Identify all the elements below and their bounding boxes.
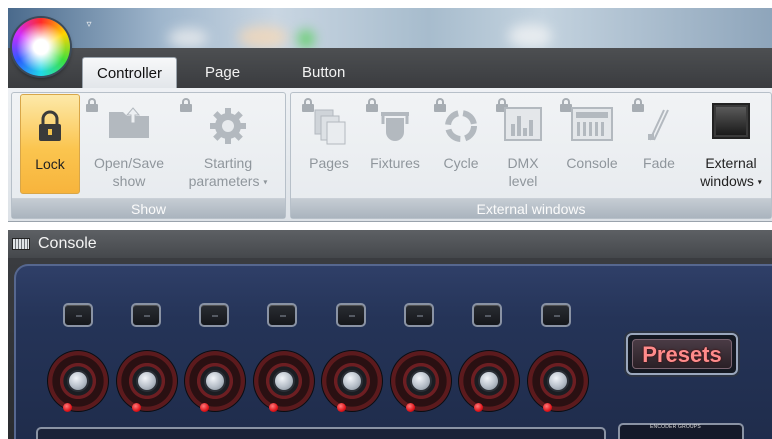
application-menu-orb[interactable]	[12, 18, 70, 76]
encoder-knob[interactable]	[185, 351, 245, 412]
cycle-icon	[441, 106, 481, 150]
quick-access-dropdown-icon[interactable]: ▿	[83, 19, 95, 31]
encoder-knob[interactable]	[322, 351, 382, 412]
tab-controller[interactable]: Controller	[82, 57, 178, 88]
encoder-led	[474, 403, 483, 412]
fixtures-label: Fixtures	[370, 155, 420, 171]
cycle-button[interactable]: Cycle	[432, 94, 490, 194]
lock-button[interactable]: Lock	[20, 94, 80, 194]
dmx-level-button[interactable]: DMX level	[494, 94, 552, 194]
pages-button[interactable]: Pages	[298, 94, 360, 194]
function-button[interactable]	[541, 303, 571, 327]
encoder-led	[543, 403, 552, 412]
fade-label: Fade	[643, 155, 675, 171]
encoder-knob[interactable]	[254, 351, 314, 412]
open-save-label-line2: show	[112, 173, 146, 189]
folder-icon	[107, 106, 151, 144]
pages-icon	[311, 106, 347, 150]
pages-label: Pages	[309, 155, 349, 171]
external-windows-label-line1: External	[705, 155, 757, 171]
console-panel-icon	[12, 238, 30, 250]
open-save-show-button[interactable]: Open/Save show	[86, 94, 172, 194]
dropdown-arrow-icon: ▾	[757, 177, 762, 187]
console-icon	[570, 106, 614, 146]
fade-icon	[644, 106, 674, 150]
padlock-icon	[37, 109, 63, 147]
monitor-icon	[711, 102, 751, 146]
dropdown-arrow-icon: ▾	[263, 177, 268, 187]
bottom-button-row	[36, 427, 606, 439]
window-title-bar	[8, 8, 772, 48]
tab-page[interactable]: Page	[191, 57, 254, 88]
locked-indicator-icon	[86, 98, 98, 112]
external-windows-button[interactable]: External windows ▾	[690, 94, 772, 194]
starting-parameters-label-line1: Starting	[203, 155, 253, 171]
group-label-external-windows: External windows	[291, 198, 771, 218]
dmx-label-line2: level	[508, 173, 538, 189]
fixtures-button[interactable]: Fixtures	[362, 94, 428, 194]
cycle-label: Cycle	[443, 155, 479, 171]
function-button[interactable]	[336, 303, 366, 327]
encoder-led	[337, 403, 346, 412]
encoder-knob[interactable]	[391, 351, 451, 412]
dmx-label-line1: DMX	[507, 155, 539, 171]
function-button[interactable]	[472, 303, 502, 327]
presets-label: Presets	[632, 339, 732, 369]
encoder-knob[interactable]	[528, 351, 588, 412]
function-button[interactable]	[267, 303, 297, 327]
function-button[interactable]	[404, 303, 434, 327]
gear-icon	[208, 106, 248, 150]
encoder-led	[132, 403, 141, 412]
locked-indicator-icon	[632, 98, 644, 112]
fade-button[interactable]: Fade	[632, 94, 686, 194]
function-button[interactable]	[131, 303, 161, 327]
function-button[interactable]	[199, 303, 229, 327]
console-panel-title: Console	[38, 235, 97, 252]
starting-parameters-label-line2: parameters	[188, 173, 260, 189]
external-windows-label-line2: windows	[700, 173, 754, 189]
console-panel-header: Console	[8, 230, 772, 258]
encoder-groups-label: ENCODER GROUPS	[650, 424, 701, 430]
encoder-led	[269, 403, 278, 412]
encoder-led	[200, 403, 209, 412]
encoder-knob[interactable]	[459, 351, 519, 412]
dmx-level-icon	[503, 106, 543, 146]
group-label-show: Show	[12, 198, 285, 218]
encoder-led	[406, 403, 415, 412]
encoder-led	[63, 403, 72, 412]
open-save-label-line1: Open/Save	[93, 155, 165, 171]
locked-indicator-icon	[180, 98, 192, 112]
presets-button[interactable]: Presets	[626, 333, 738, 375]
encoder-knob[interactable]	[48, 351, 108, 412]
encoder-knob[interactable]	[117, 351, 177, 412]
console-label: Console	[566, 155, 618, 171]
fixture-icon	[375, 106, 415, 150]
lock-label: Lock	[35, 156, 65, 172]
function-button[interactable]	[63, 303, 93, 327]
starting-parameters-button[interactable]: Starting parameters ▾	[176, 94, 280, 194]
tab-button[interactable]: Button	[288, 57, 359, 88]
console-button[interactable]: Console	[556, 94, 628, 194]
